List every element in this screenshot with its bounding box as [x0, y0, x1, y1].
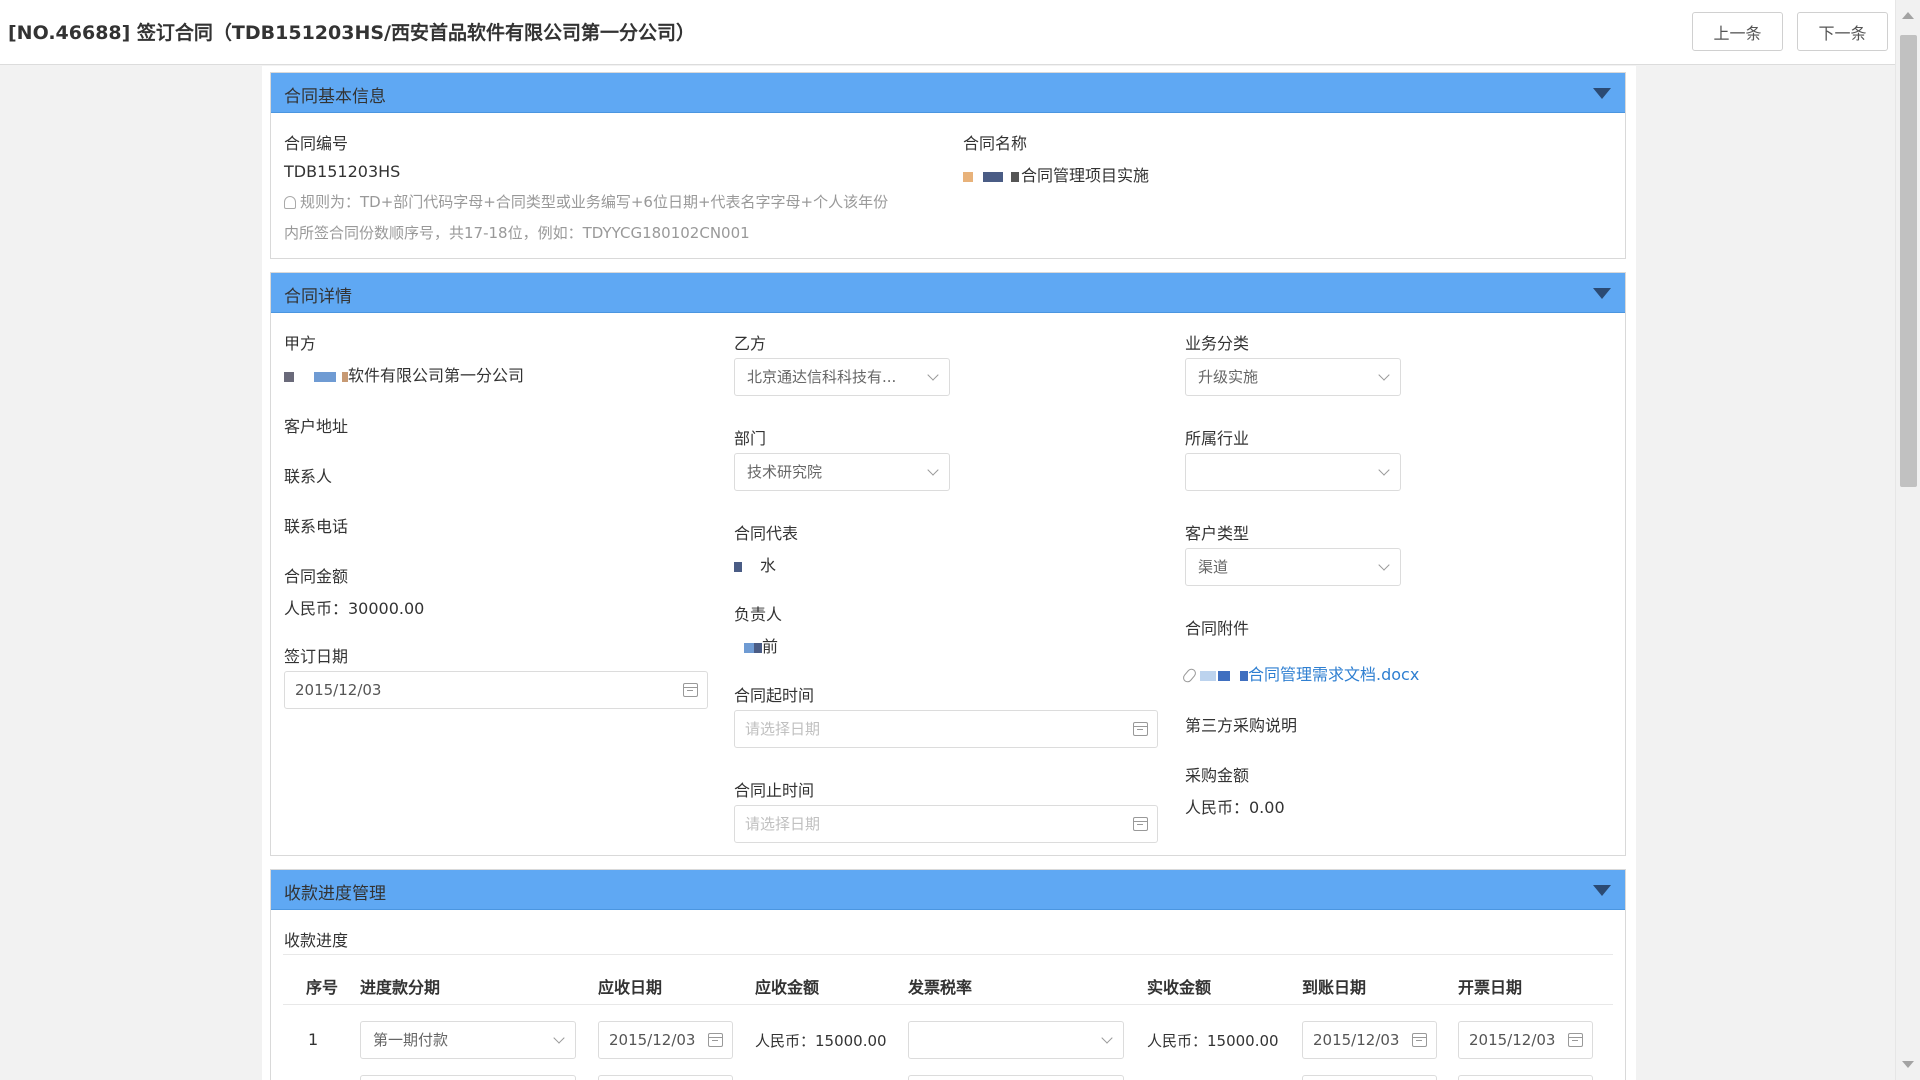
arrival-date-input[interactable]: 2015/12/03: [1302, 1021, 1437, 1059]
amount-label: 合同金额: [284, 567, 349, 586]
department-select[interactable]: 技术研究院: [734, 453, 950, 491]
attachment-link[interactable]: 合同管理需求文档.docx: [1181, 661, 1419, 685]
calendar-icon[interactable]: [1412, 1033, 1427, 1047]
sign-date-label: 签订日期: [284, 647, 349, 666]
owner-label: 负责人: [734, 605, 783, 624]
page-body: 合同基本信息 合同编号 TDB151203HS 规则为：TD+部门代码字母+合同…: [0, 66, 1895, 1080]
table-divider: [283, 1004, 1613, 1005]
paperclip-icon: [1181, 666, 1198, 685]
contract-name-value: 合同管理项目实施: [963, 162, 1149, 186]
scroll-down-icon[interactable]: [1902, 1061, 1914, 1068]
attachment-label: 合同附件: [1185, 619, 1250, 638]
collapse-caret-icon[interactable]: [1593, 288, 1611, 299]
start-date-label: 合同起时间: [734, 686, 815, 705]
chevron-down-icon: [927, 464, 939, 476]
collapse-caret-icon[interactable]: [1593, 88, 1611, 99]
col-header-tax-rate: 发票税率: [908, 978, 973, 997]
representative-value: 水: [734, 552, 776, 576]
party-a-label: 甲方: [284, 334, 317, 353]
prev-record-button[interactable]: 上一条: [1692, 12, 1783, 51]
party-b-select[interactable]: 北京通达信科科技有...: [734, 358, 950, 396]
customer-type-select[interactable]: 渠道: [1185, 548, 1401, 586]
due-amount-value: 人民币：15000.00: [755, 1032, 887, 1050]
address-label: 客户地址: [284, 417, 349, 436]
calendar-icon[interactable]: [708, 1033, 723, 1047]
scroll-up-icon[interactable]: [1902, 12, 1914, 19]
chevron-down-icon: [1378, 559, 1390, 571]
contact-label: 联系人: [284, 467, 333, 486]
due-date-input[interactable]: 2015/12/03: [598, 1021, 733, 1059]
scrollbar-thumb[interactable]: [1900, 35, 1917, 487]
rule-hint-line2: 内所签合同份数顺序号，共17-18位，例如：TDYYCG180102CN001: [284, 224, 750, 242]
party-b-label: 乙方: [734, 334, 767, 353]
section-details: 合同详情 甲方 软件有限公司第一分公司 客户地址 联系人 联系电话 合同金额 人…: [270, 272, 1626, 856]
stage-select[interactable]: 第一期付款: [360, 1021, 576, 1059]
party-a-value: 软件有限公司第一分公司: [284, 362, 524, 386]
section-header-payments[interactable]: 收款进度管理: [271, 870, 1625, 910]
col-header-invoice-date: 开票日期: [1458, 978, 1523, 997]
chevron-down-icon: [1378, 369, 1390, 381]
owner-value: 前: [734, 633, 778, 657]
calendar-icon[interactable]: [683, 683, 698, 697]
start-date-input[interactable]: 请选择日期: [734, 710, 1158, 748]
section-title: 合同详情: [284, 287, 352, 307]
col-header-due-amount: 应收金额: [755, 978, 820, 997]
page-title: [NO.46688] 签订合同（TDB151203HS/西安首品软件有限公司第一…: [8, 22, 695, 44]
form-container: 合同基本信息 合同编号 TDB151203HS 规则为：TD+部门代码字母+合同…: [262, 66, 1636, 1080]
industry-label: 所属行业: [1185, 429, 1250, 448]
representative-label: 合同代表: [734, 524, 799, 543]
purchase-amount-label: 采购金额: [1185, 766, 1250, 785]
biz-category-label: 业务分类: [1185, 334, 1250, 353]
stage-select[interactable]: [360, 1075, 576, 1080]
biz-category-select[interactable]: 升级实施: [1185, 358, 1401, 396]
chevron-down-icon: [1378, 464, 1390, 476]
bell-icon: [284, 196, 296, 209]
next-record-button[interactable]: 下一条: [1797, 12, 1888, 51]
contract-no-value: TDB151203HS: [284, 162, 401, 181]
purchase-amount-value: 人民币：0.00: [1185, 798, 1285, 817]
amount-value: 人民币：30000.00: [284, 599, 425, 618]
chevron-down-icon: [927, 369, 939, 381]
payment-progress-label: 收款进度: [284, 931, 349, 950]
rule-hint-line1: 规则为：TD+部门代码字母+合同类型或业务编写+6位日期+代表名字字母+个人该年…: [284, 191, 888, 212]
section-payments: 收款进度管理 收款进度 序号 进度款分期 应收日期 应收金额 发票税率 实收金额…: [270, 869, 1626, 1080]
invoice-date-input[interactable]: [1458, 1075, 1593, 1080]
calendar-icon[interactable]: [1133, 722, 1148, 736]
received-amount-value: 人民币：15000.00: [1147, 1032, 1279, 1050]
end-date-label: 合同止时间: [734, 781, 815, 800]
industry-select[interactable]: [1185, 453, 1401, 491]
contract-no-label: 合同编号: [284, 134, 349, 153]
title-bar: [NO.46688] 签订合同（TDB151203HS/西安首品软件有限公司第一…: [0, 0, 1895, 65]
chevron-down-icon: [553, 1032, 565, 1044]
col-header-arrival-date: 到账日期: [1302, 978, 1367, 997]
third-party-label: 第三方采购说明: [1185, 716, 1298, 735]
collapse-caret-icon[interactable]: [1593, 885, 1611, 896]
arrival-date-input[interactable]: [1302, 1075, 1437, 1080]
col-header-due-date: 应收日期: [598, 978, 663, 997]
vertical-scrollbar[interactable]: [1895, 0, 1920, 1080]
tax-rate-select[interactable]: [908, 1075, 1124, 1080]
invoice-date-input[interactable]: 2015/12/03: [1458, 1021, 1593, 1059]
table-divider: [283, 954, 1613, 955]
section-basic-info: 合同基本信息 合同编号 TDB151203HS 规则为：TD+部门代码字母+合同…: [270, 72, 1626, 259]
section-header-basic-info[interactable]: 合同基本信息: [271, 73, 1625, 113]
section-header-details[interactable]: 合同详情: [271, 273, 1625, 313]
section-title: 合同基本信息: [284, 87, 386, 107]
calendar-icon[interactable]: [1133, 817, 1148, 831]
col-header-received: 实收金额: [1147, 978, 1212, 997]
row-index: 1: [308, 1030, 319, 1049]
col-header-index: 序号: [306, 978, 339, 997]
customer-type-label: 客户类型: [1185, 524, 1250, 543]
section-title: 收款进度管理: [284, 884, 386, 904]
end-date-input[interactable]: 请选择日期: [734, 805, 1158, 843]
tax-rate-select[interactable]: [908, 1021, 1124, 1059]
contract-name-label: 合同名称: [963, 134, 1028, 153]
department-label: 部门: [734, 429, 767, 448]
sign-date-input[interactable]: 2015/12/03: [284, 671, 708, 709]
col-header-stage: 进度款分期: [360, 978, 441, 997]
calendar-icon[interactable]: [1568, 1033, 1583, 1047]
due-date-input[interactable]: [598, 1075, 733, 1080]
phone-label: 联系电话: [284, 517, 349, 536]
chevron-down-icon: [1101, 1032, 1113, 1044]
